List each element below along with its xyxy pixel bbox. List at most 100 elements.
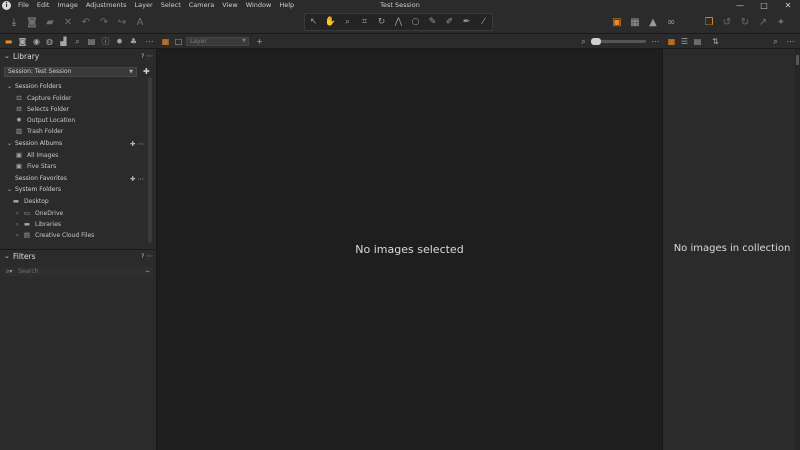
undo-icon[interactable]: ↶ xyxy=(77,14,95,32)
list-item-output-location[interactable]: ✹ Output Location xyxy=(0,115,147,126)
settings-icon[interactable]: ✦ xyxy=(772,14,790,32)
reset-alt-icon[interactable]: ↻ xyxy=(736,14,754,32)
expand-icon[interactable]: ↗ xyxy=(754,14,772,32)
camera-icon[interactable]: ◙ xyxy=(23,14,41,32)
erase-icon[interactable]: ✐ xyxy=(441,13,458,31)
list-item-libraries[interactable]: › ▬ Libraries xyxy=(0,219,147,230)
section-system-folders[interactable]: ⌄ System Folders xyxy=(0,185,147,195)
keystone-icon[interactable]: ⋀ xyxy=(390,13,407,31)
minimize-button[interactable]: — xyxy=(728,0,752,11)
remove-filter-icon[interactable]: − xyxy=(145,267,150,276)
sort-icon[interactable]: ⇅ xyxy=(710,36,721,47)
library-tab-folder-icon[interactable]: ▬ xyxy=(3,36,14,47)
proof-icon[interactable]: ▣ xyxy=(608,14,626,32)
warning-icon[interactable]: ▲ xyxy=(644,14,662,32)
pointer-icon[interactable]: ↖ xyxy=(305,13,322,31)
details-tab-icon[interactable]: ⌕ xyxy=(72,36,83,47)
output-tab-icon[interactable]: ✹ xyxy=(114,36,125,47)
close-button[interactable]: ✕ xyxy=(776,0,800,11)
reset-icon[interactable]: ↺ xyxy=(718,14,736,32)
list-item-onedrive[interactable]: › ▭ OneDrive xyxy=(0,208,147,219)
zoom-slider[interactable] xyxy=(591,38,646,45)
section-session-albums[interactable]: ⌄ Session Albums ✚ ⋯ xyxy=(0,139,147,149)
add-layer-icon[interactable]: + xyxy=(254,36,265,47)
library-header[interactable]: ⌄ Library ? ⋯ xyxy=(0,50,157,63)
browser-scrollbar[interactable] xyxy=(795,49,800,450)
multi-view-icon[interactable]: ▦ xyxy=(160,36,171,47)
chevron-down-icon[interactable]: ⌄ xyxy=(4,52,10,60)
copy-apply-icon[interactable]: ❐ xyxy=(700,14,718,32)
browser-grid-icon[interactable]: ▦ xyxy=(666,36,677,47)
more-icon[interactable]: ⋯ xyxy=(147,52,154,60)
image-browser[interactable]: No images in collection xyxy=(662,49,800,450)
list-item-capture-folder[interactable]: ⊡ Capture Folder xyxy=(0,93,147,104)
import-icon[interactable]: ⤓ xyxy=(5,14,23,32)
picker-icon[interactable]: ⁄ xyxy=(475,13,492,31)
library-panel: ⌄ Library ? ⋯ Session: Test Session ▼ ✚ … xyxy=(0,49,157,450)
chevron-right-icon[interactable]: › xyxy=(16,230,18,241)
glasses-icon[interactable]: ∞ xyxy=(662,14,680,32)
image-viewer[interactable]: No images selected xyxy=(157,49,662,450)
delete-icon[interactable]: ✕ xyxy=(59,14,77,32)
more-icon[interactable]: ⋯ xyxy=(147,252,154,260)
loupe-icon[interactable]: ⌕ xyxy=(339,13,356,31)
grid-icon[interactable]: ▦ xyxy=(626,14,644,32)
library-help-more[interactable]: ? ⋯ xyxy=(141,52,153,60)
layer-dropdown[interactable]: Layer ▼ xyxy=(186,37,249,46)
redo-forward-icon[interactable]: ↪ xyxy=(113,14,131,32)
chevron-right-icon[interactable]: › xyxy=(16,219,18,230)
chevron-down-icon[interactable]: ⌄ xyxy=(7,185,12,195)
zoom-icon[interactable]: ⌕ xyxy=(578,36,589,47)
rotate-icon[interactable]: ↻ xyxy=(373,13,390,31)
list-item-five-stars[interactable]: ▣ Five Stars xyxy=(0,161,147,172)
filter-search-input[interactable]: ⌕▾ Search − xyxy=(4,267,153,276)
session-dropdown[interactable]: Session: Test Session ▼ xyxy=(4,67,137,77)
export-icon[interactable]: ▰ xyxy=(41,14,59,32)
album-actions[interactable]: ✚ ⋯ xyxy=(130,139,144,149)
filters-help-more[interactable]: ? ⋯ xyxy=(141,252,153,260)
batch-tab-icon[interactable]: ♣ xyxy=(128,36,139,47)
single-view-icon[interactable]: □ xyxy=(173,36,184,47)
gradient-icon[interactable]: ✒ xyxy=(458,13,475,31)
browser-scroll-thumb[interactable] xyxy=(796,55,799,65)
section-session-favorites[interactable]: Session Favorites ✚ ⋯ xyxy=(0,174,147,184)
viewer-more-icon[interactable]: ⋯ xyxy=(650,36,661,47)
circle-icon[interactable]: ○ xyxy=(407,13,424,31)
list-item-all-images[interactable]: ▣ All Images xyxy=(0,150,147,161)
filters-header[interactable]: ⌄ Filters ? ⋯ xyxy=(0,250,157,263)
browser-search-icon[interactable]: ⌕ xyxy=(770,36,781,47)
metadata-tab-icon[interactable]: ⓘ xyxy=(100,36,111,47)
browser-list-icon[interactable]: ☰ xyxy=(679,36,690,47)
list-item-desktop[interactable]: ▬ Desktop xyxy=(0,196,147,207)
browser-filmstrip-icon[interactable]: ▤ xyxy=(692,36,703,47)
toolbar-left-group: ⤓ ◙ ▰ ✕ ↶ ↷ ↪ A xyxy=(5,11,149,34)
chevron-down-icon[interactable]: ⌄ xyxy=(7,82,12,92)
browser-more-icon[interactable]: ⋯ xyxy=(785,36,796,47)
brush-icon[interactable]: ✎ xyxy=(424,13,441,31)
capture-tab-camera-icon[interactable]: ◙ xyxy=(17,36,28,47)
color-tab-icon[interactable]: ◍ xyxy=(44,36,55,47)
list-item-label: Output Location xyxy=(27,117,76,124)
library-scrollbar[interactable] xyxy=(148,77,152,243)
pan-icon[interactable]: ✋ xyxy=(322,13,339,31)
list-item-trash-folder[interactable]: ▥ Trash Folder xyxy=(0,126,147,137)
maximize-button[interactable]: □ xyxy=(752,0,776,11)
favorite-actions[interactable]: ✚ ⋯ xyxy=(130,174,144,184)
adjustments-tab-icon[interactable]: ▤ xyxy=(86,36,97,47)
chevron-right-icon[interactable]: › xyxy=(16,208,18,219)
section-session-folders[interactable]: ⌄ Session Folders xyxy=(0,82,147,92)
list-item-selects-folder[interactable]: ⊟ Selects Folder xyxy=(0,104,147,115)
help-icon[interactable]: ? xyxy=(141,52,144,60)
more-tabs-icon[interactable]: ⋯ xyxy=(144,36,155,47)
text-icon[interactable]: A xyxy=(131,14,149,32)
lens-tab-icon[interactable]: ◉ xyxy=(31,36,42,47)
add-session-icon[interactable]: ✚ xyxy=(143,67,150,76)
exposure-tab-icon[interactable]: ▟ xyxy=(58,36,69,47)
chevron-down-icon[interactable]: ⌄ xyxy=(7,139,12,149)
help-icon[interactable]: ? xyxy=(141,252,144,260)
crop-icon[interactable]: ⌗ xyxy=(356,13,373,31)
zoom-slider-handle[interactable] xyxy=(591,38,601,45)
chevron-down-icon[interactable]: ⌄ xyxy=(4,252,10,260)
list-item-creative-cloud-files[interactable]: › ▤ Creative Cloud Files xyxy=(0,230,147,241)
redo-icon[interactable]: ↷ xyxy=(95,14,113,32)
